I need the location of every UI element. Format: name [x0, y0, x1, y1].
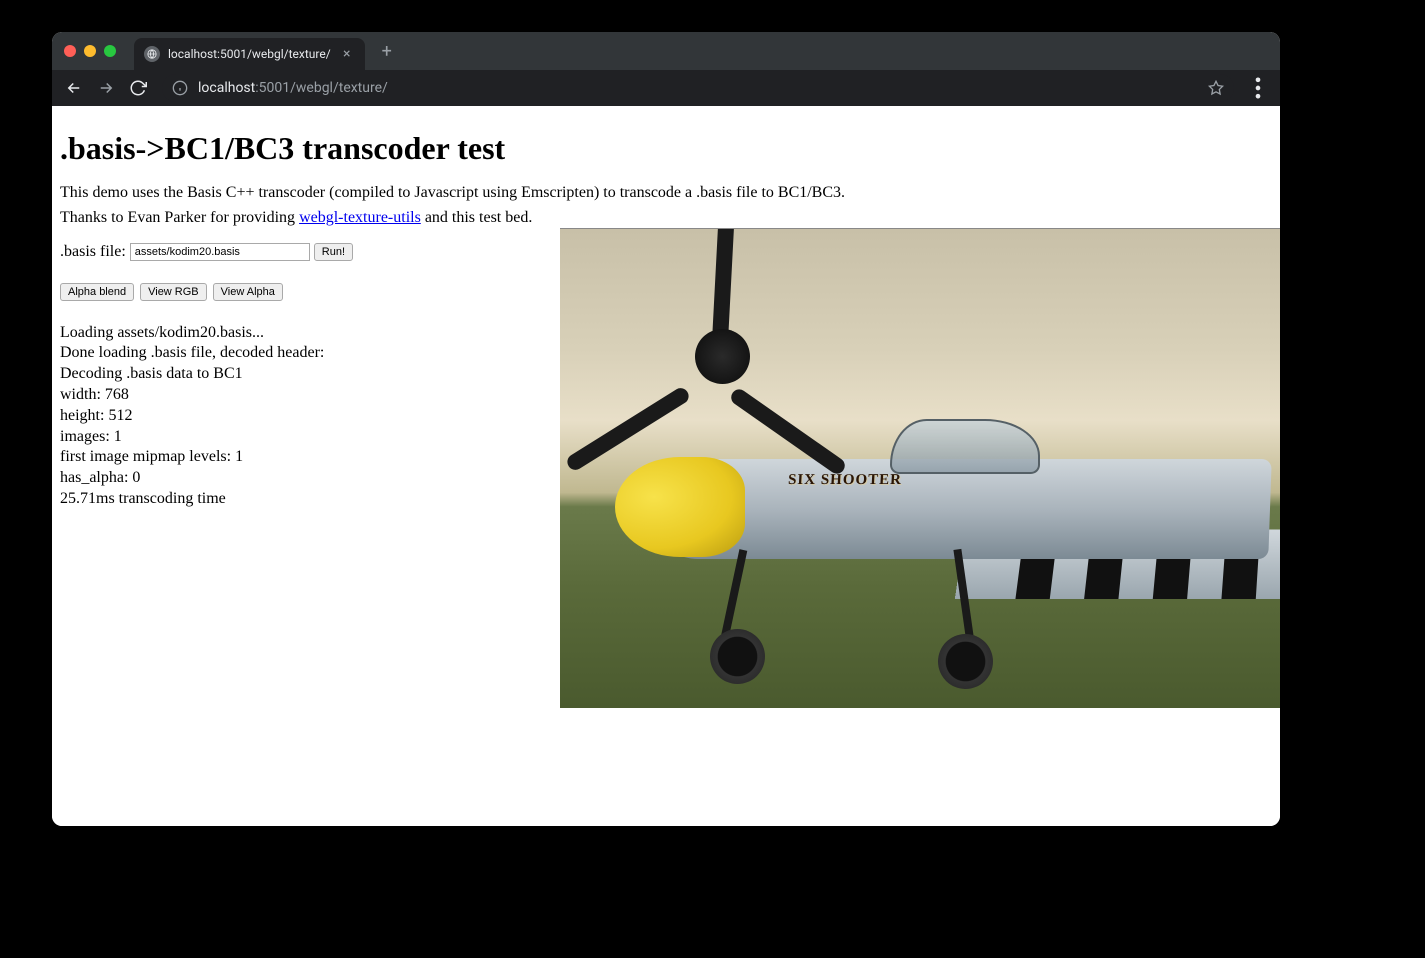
intro-line-2: Thanks to Evan Parker for providing webg…: [60, 208, 1272, 229]
file-label: .basis file:: [60, 243, 126, 261]
view-alpha-button[interactable]: View Alpha: [213, 283, 283, 301]
plane-canopy: [890, 419, 1040, 474]
bookmark-star-icon[interactable]: [1208, 80, 1224, 96]
back-button[interactable]: [60, 74, 88, 102]
plane-name-text: SIX SHOOTER: [788, 472, 903, 489]
propeller-hub: [695, 329, 750, 384]
maximize-window-button[interactable]: [104, 45, 116, 57]
page-content: .basis->BC1/BC3 transcoder test This dem…: [52, 106, 1280, 826]
reload-button[interactable]: [124, 74, 152, 102]
globe-icon: [144, 46, 160, 62]
intro-line-1: This demo uses the Basis C++ transcoder …: [60, 183, 1272, 204]
window-controls: [64, 45, 116, 57]
toolbar: localhost:5001/webgl/texture/: [52, 70, 1280, 106]
minimize-window-button[interactable]: [84, 45, 96, 57]
webgl-texture-utils-link[interactable]: webgl-texture-utils: [299, 209, 421, 226]
texture-canvas: SIX SHOOTER: [560, 228, 1280, 708]
landing-gear: [721, 549, 748, 639]
plane-nose: [615, 457, 745, 557]
basis-file-input[interactable]: [130, 243, 310, 261]
plane-wheel: [710, 629, 765, 684]
page-heading: .basis->BC1/BC3 transcoder test: [60, 130, 1272, 167]
new-tab-button[interactable]: +: [373, 37, 401, 65]
info-icon[interactable]: [172, 80, 188, 96]
browser-window: localhost:5001/webgl/texture/ × + localh…: [52, 32, 1280, 826]
close-tab-button[interactable]: ×: [339, 46, 355, 62]
address-bar[interactable]: localhost:5001/webgl/texture/: [162, 74, 1234, 102]
url-text: localhost:5001/webgl/texture/: [198, 80, 1198, 96]
run-button[interactable]: Run!: [314, 243, 353, 261]
alpha-blend-button[interactable]: Alpha blend: [60, 283, 134, 301]
forward-button[interactable]: [92, 74, 120, 102]
plane-wheel: [938, 634, 993, 689]
titlebar: localhost:5001/webgl/texture/ × +: [52, 32, 1280, 70]
view-rgb-button[interactable]: View RGB: [140, 283, 207, 301]
close-window-button[interactable]: [64, 45, 76, 57]
browser-menu-button[interactable]: [1244, 74, 1272, 102]
browser-tab[interactable]: localhost:5001/webgl/texture/ ×: [134, 38, 365, 70]
tab-title: localhost:5001/webgl/texture/: [168, 47, 331, 61]
